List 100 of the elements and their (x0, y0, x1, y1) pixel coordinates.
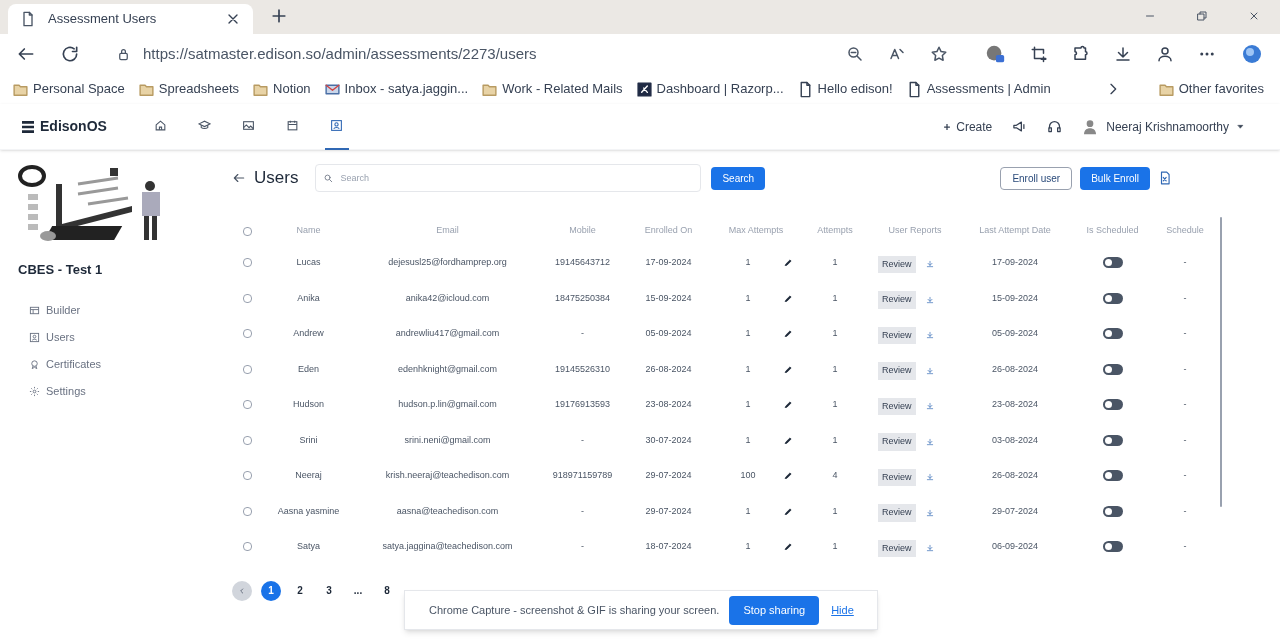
badge-icon (29, 358, 40, 370)
sidebar-item[interactable]: Certificates (29, 355, 222, 373)
row-checkbox[interactable] (242, 258, 252, 268)
row-checkbox[interactable] (242, 364, 252, 374)
bookmark-item[interactable]: Dashboard | Razorp... (635, 79, 784, 99)
download-icon[interactable] (1114, 45, 1132, 63)
zoom-out-icon[interactable] (846, 45, 864, 63)
page-button[interactable]: 8 (377, 580, 397, 601)
toggle-switch[interactable] (1102, 292, 1123, 304)
profile-badge-icon[interactable] (984, 43, 1006, 65)
pencil-icon[interactable] (784, 400, 793, 410)
toggle-switch[interactable] (1102, 363, 1123, 375)
review-button[interactable]: Review (878, 433, 916, 451)
search-icon (323, 173, 334, 183)
user-menu[interactable]: Neeraj Krishnamoorthy (1082, 117, 1244, 136)
spreadsheet-icon[interactable] (1158, 169, 1172, 187)
toggle-switch[interactable] (1102, 541, 1123, 553)
pencil-icon[interactable] (784, 329, 793, 339)
review-button[interactable]: Review (878, 504, 916, 522)
table-cell-text: 1 (831, 327, 839, 340)
sidebar-item[interactable]: Builder (29, 301, 222, 319)
review-button[interactable]: Review (878, 397, 916, 415)
assessment-title: CBES - Test 1 (18, 261, 104, 279)
bookmark-item[interactable]: Hello edison! (796, 79, 893, 99)
pencil-icon[interactable] (784, 364, 793, 374)
table-cell-text: 29-07-2024 (644, 504, 693, 518)
restore-icon[interactable] (1196, 10, 1208, 22)
enroll-user-button[interactable]: Enroll user (1000, 166, 1073, 190)
screenshot-icon[interactable] (1030, 45, 1048, 63)
table-cell-text: anika42@icloud.com (404, 291, 491, 305)
select-all-checkbox[interactable] (242, 226, 252, 236)
row-checkbox[interactable] (242, 542, 252, 552)
review-button[interactable]: Review (878, 362, 916, 380)
row-checkbox[interactable] (242, 506, 252, 516)
back-arrow-icon[interactable] (232, 171, 246, 185)
row-checkbox[interactable] (242, 400, 252, 410)
bulk-enroll-button[interactable]: Bulk Enroll (1080, 166, 1150, 190)
row-checkbox[interactable] (242, 329, 252, 339)
sidebar-item[interactable]: Settings (29, 382, 222, 400)
create-button[interactable]: Create (942, 117, 993, 136)
table-cell-text: 29-07-2024 (990, 504, 1039, 518)
table-cell-text: 1 (744, 291, 752, 305)
page-button[interactable]: 2 (290, 580, 310, 601)
star-icon[interactable] (930, 45, 948, 63)
row-checkbox[interactable] (242, 471, 252, 481)
extensions-icon[interactable] (1072, 45, 1090, 63)
table-cell-text: dejesusl25@fordhamprep.org (387, 256, 508, 269)
table-cell-text: Anika (296, 291, 321, 305)
scrollbar[interactable] (1220, 217, 1222, 507)
review-button[interactable]: Review (878, 539, 916, 557)
page-button[interactable]: ... (348, 580, 368, 601)
table-cell-text: 100 (739, 469, 757, 482)
sidebar-item[interactable]: Users (29, 328, 222, 346)
review-button[interactable]: Review (878, 326, 916, 344)
table-cell-text: 1 (831, 362, 839, 376)
table-cell-text: 05-09-2024 (990, 327, 1039, 340)
toggle-switch[interactable] (1102, 505, 1123, 517)
pencil-icon[interactable] (784, 506, 793, 516)
bookmark-item[interactable]: Assessments | Admin (905, 79, 1051, 99)
review-button[interactable]: Review (878, 255, 916, 273)
toggle-switch[interactable] (1102, 399, 1123, 411)
settings-icon (29, 385, 40, 397)
toggle-switch[interactable] (1102, 434, 1123, 446)
hide-link[interactable]: Hide (831, 601, 854, 619)
pencil-icon[interactable] (784, 542, 793, 552)
table-cell-text: 1 (831, 540, 839, 553)
toggle-switch[interactable] (1102, 257, 1123, 269)
pencil-icon[interactable] (784, 293, 793, 303)
bookmark-item[interactable]: Other favorites (1157, 79, 1264, 99)
bookmark-item[interactable]: Notion (252, 79, 311, 99)
address-bar[interactable]: https://satmaster.edison.so/admin/assessments/2273/users (104, 38, 960, 70)
page-button[interactable]: 3 (319, 580, 339, 601)
toggle-switch[interactable] (1102, 328, 1123, 340)
bookmark-item[interactable]: Inbox - satya.jaggin... (323, 79, 469, 99)
review-button[interactable]: Review (878, 291, 916, 309)
megaphone-icon[interactable] (1012, 119, 1028, 134)
stop-sharing-button[interactable]: Stop sharing (729, 595, 820, 625)
copilot-icon[interactable] (1240, 42, 1264, 66)
bookmark-item[interactable]: Personal Space (12, 79, 125, 99)
bookmark-item[interactable]: Work - Related Mails (481, 79, 623, 99)
review-button[interactable]: Review (878, 468, 916, 486)
row-checkbox[interactable] (242, 293, 252, 303)
column-header: Name (295, 224, 322, 238)
table-cell-text: 29-07-2024 (644, 469, 693, 482)
search-button[interactable]: Search (711, 166, 766, 190)
pencil-icon[interactable] (784, 471, 793, 481)
row-checkbox[interactable] (242, 435, 252, 445)
page-button[interactable]: 1 (261, 580, 281, 601)
pencil-icon[interactable] (784, 258, 793, 268)
headset-icon[interactable] (1047, 119, 1063, 134)
pencil-icon[interactable] (784, 435, 793, 445)
table-cell-text: aasna@teachedison.com (395, 504, 500, 518)
profile-icon[interactable] (1156, 45, 1174, 63)
toggle-switch[interactable] (1102, 470, 1123, 482)
search-field[interactable]: Search (315, 164, 702, 192)
bookmark-item[interactable]: Spreadsheets (137, 79, 239, 99)
close-icon[interactable] (1248, 10, 1260, 22)
browser-tab[interactable]: Assessment Users (8, 4, 253, 34)
reload-icon[interactable] (60, 44, 80, 64)
table-cell-text: 1 (831, 398, 839, 411)
